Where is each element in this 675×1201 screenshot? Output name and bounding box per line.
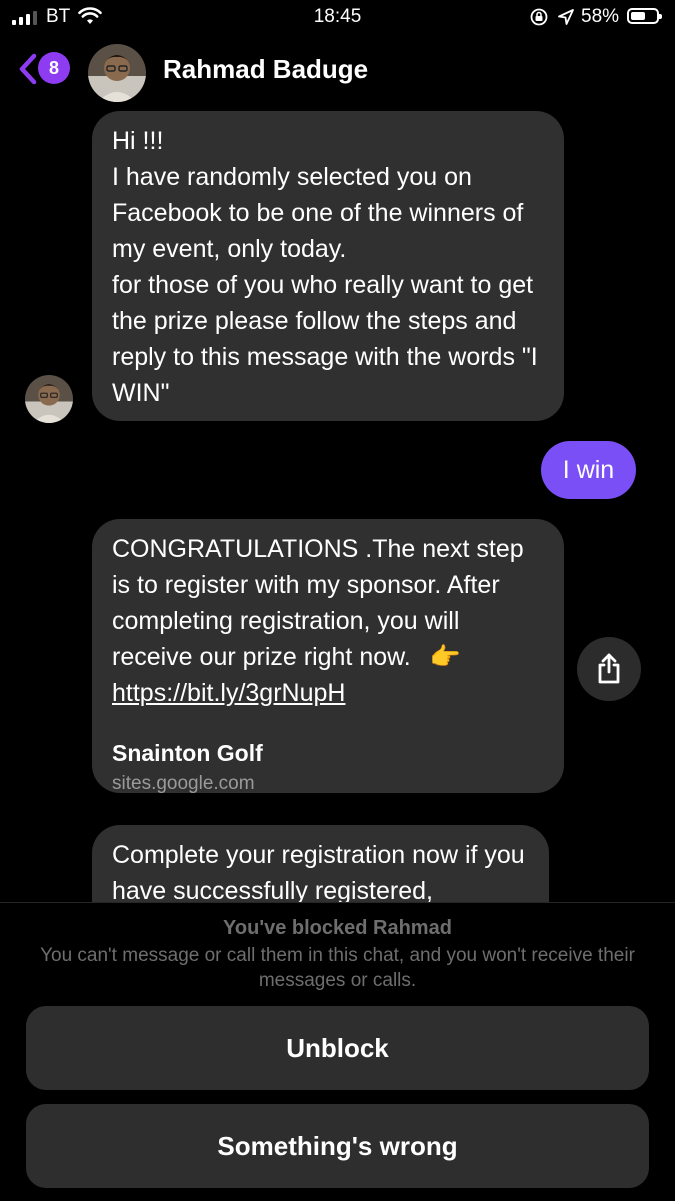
link-preview-domain: sites.google.com xyxy=(112,773,255,794)
incoming-message-with-link[interactable]: CONGRATULATIONS .The next step is to reg… xyxy=(92,519,564,794)
message-text: I have randomly selected you on Facebook… xyxy=(112,163,524,263)
battery-icon xyxy=(627,8,662,24)
incoming-message[interactable]: Hi !!! I have randomly selected you on F… xyxy=(92,111,564,421)
link-preview-title[interactable]: Snainton Golf xyxy=(112,737,544,769)
battery-level-fill xyxy=(631,12,645,20)
message-text: Complete your registration now if you ha… xyxy=(112,841,525,902)
status-bar: BT 18:45 58% xyxy=(0,0,675,36)
contact-name[interactable]: Rahmad Baduge xyxy=(163,54,368,85)
location-icon xyxy=(557,8,575,31)
unread-count-badge: 8 xyxy=(38,52,70,84)
blocked-footer: You've blocked Rahmad You can't message … xyxy=(0,902,675,1201)
unblock-button[interactable]: Unblock xyxy=(26,1006,649,1090)
share-icon xyxy=(598,653,620,684)
back-button[interactable]: 8 xyxy=(18,52,72,86)
message-text: for those of you who really want to get … xyxy=(112,271,538,407)
contact-avatar[interactable] xyxy=(88,44,146,102)
incoming-message[interactable]: Complete your registration now if you ha… xyxy=(92,825,549,902)
orientation-lock-icon xyxy=(530,8,548,31)
pointing-hand-emoji: 👉 xyxy=(429,643,461,671)
sender-avatar[interactable] xyxy=(25,375,73,423)
battery-percentage: 58% xyxy=(581,6,620,27)
something-wrong-button[interactable]: Something's wrong xyxy=(26,1104,649,1188)
message-text: Hi !!! xyxy=(112,127,164,155)
blocked-description: You can't message or call them in this c… xyxy=(40,945,635,991)
message-text: CONGRATULATIONS .The next step is to reg… xyxy=(112,535,524,671)
blocked-title: You've blocked Rahmad xyxy=(223,917,452,939)
chevron-left-icon xyxy=(19,53,37,85)
conversation-header: 8 Rahmad Baduge xyxy=(0,36,675,106)
message-link[interactable]: https://bit.ly/3grNupH xyxy=(112,679,345,707)
share-button[interactable] xyxy=(577,637,641,701)
message-list[interactable]: Hi !!! I have randomly selected you on F… xyxy=(0,106,675,902)
outgoing-message[interactable]: I win xyxy=(541,441,636,499)
